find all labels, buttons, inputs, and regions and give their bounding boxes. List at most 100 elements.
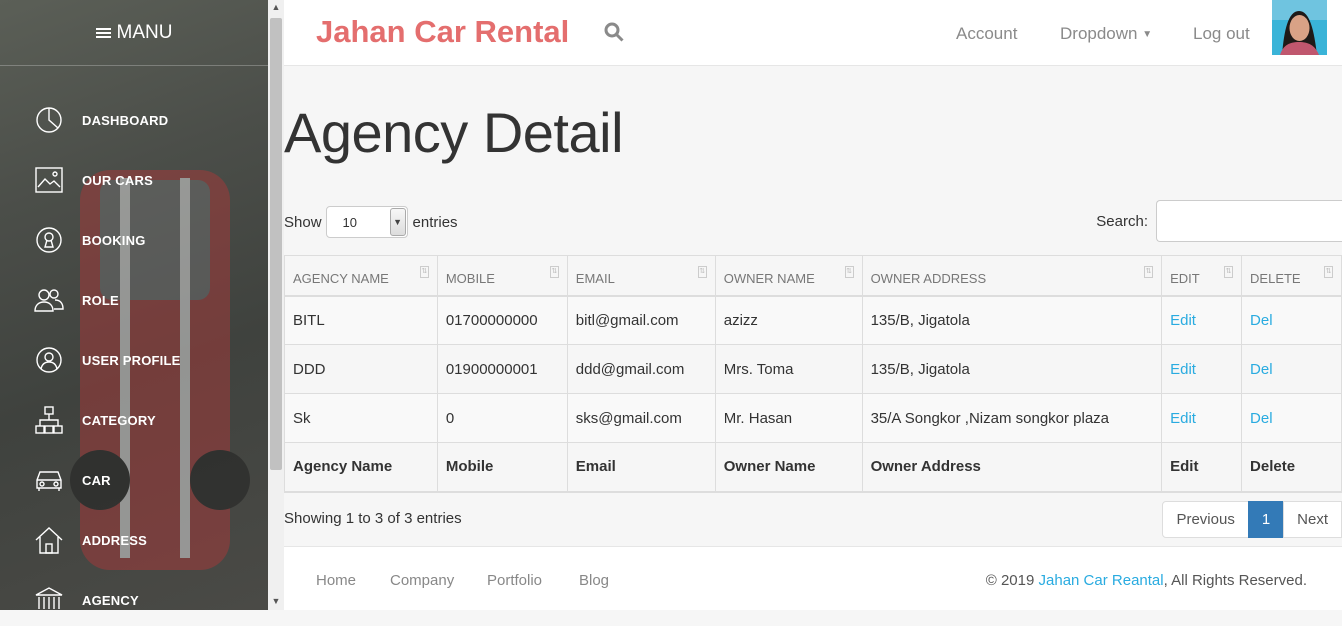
column-header-owner-name[interactable]: OWNER NAME ⇅ xyxy=(714,255,863,297)
sidebar-item-role[interactable]: ROLE xyxy=(0,270,268,330)
sidebar-item-dashboard[interactable]: DASHBOARD xyxy=(0,90,268,150)
scroll-down-icon[interactable]: ▼ xyxy=(268,596,284,606)
menu-icon xyxy=(95,27,111,38)
user-circle-icon xyxy=(34,345,64,375)
sidebar-item-car[interactable]: CAR xyxy=(0,450,268,510)
edit-link[interactable]: Edit xyxy=(1170,410,1196,427)
delete-link[interactable]: Del xyxy=(1250,410,1273,427)
search-label: Search: xyxy=(1096,212,1148,230)
previous-page-button[interactable]: Previous xyxy=(1162,501,1249,538)
page-footer: Home Company Portfolio Blog © 2019 Jahan… xyxy=(284,546,1342,610)
footer-column-label: Delete xyxy=(1241,442,1342,493)
sidebar-item-label: DASHBOARD xyxy=(82,112,169,128)
image-icon xyxy=(34,165,64,195)
sidebar-title: MANU xyxy=(116,21,173,43)
sidebar-item-booking[interactable]: BOOKING xyxy=(0,210,268,270)
cell-owner-address: 135/B, Jigatola xyxy=(861,344,1163,394)
show-label: Show xyxy=(284,213,322,231)
cell-delete: Del xyxy=(1241,295,1342,345)
sidebar-item-label: BOOKING xyxy=(82,232,146,248)
car-icon xyxy=(34,465,64,495)
column-header-edit[interactable]: EDIT ⇅ xyxy=(1161,255,1243,297)
sort-icon: ⇅ xyxy=(1324,266,1333,278)
cell-mobile: 0 xyxy=(436,393,568,443)
scroll-up-icon[interactable]: ▲ xyxy=(268,2,284,12)
scrollbar-thumb[interactable] xyxy=(270,18,282,470)
table-row: Sk 0 sks@gmail.com Mr. Hasan 35/A Songko… xyxy=(284,393,1342,443)
cell-agency-name: BITL xyxy=(284,295,438,345)
sort-icon: ⇅ xyxy=(844,266,854,278)
sidebar-item-category[interactable]: CATEGORY xyxy=(0,390,268,450)
sidebar: MANU DASHBOARD OUR CARS BOOKING ROLE USE… xyxy=(0,0,268,610)
edit-link[interactable]: Edit xyxy=(1170,312,1196,329)
column-header-email[interactable]: EMAIL ⇅ xyxy=(566,255,716,297)
cell-agency-name: Sk xyxy=(284,393,438,443)
cell-email: sks@gmail.com xyxy=(566,393,716,443)
sidebar-header[interactable]: MANU xyxy=(0,0,268,66)
cell-agency-name: DDD xyxy=(284,344,438,394)
cell-owner-address: 35/A Songkor ,Nizam songkor plaza xyxy=(861,393,1163,443)
column-header-agency-name[interactable]: AGENCY NAME ⇅ xyxy=(284,255,438,297)
nav-dropdown[interactable]: Dropdown ▼ xyxy=(1060,24,1152,44)
footer-column-label: Mobile xyxy=(436,442,568,493)
footer-link-portfolio[interactable]: Portfolio xyxy=(487,572,542,589)
delete-link[interactable]: Del xyxy=(1250,312,1273,329)
sort-icon: ⇅ xyxy=(549,266,559,278)
footer-link-company[interactable]: Company xyxy=(390,572,454,589)
cell-delete: Del xyxy=(1241,344,1342,394)
footer-link-blog[interactable]: Blog xyxy=(579,572,609,589)
copyright-link[interactable]: Jahan Car Reantal xyxy=(1039,572,1164,589)
agency-table: AGENCY NAME ⇅ MOBILE ⇅ EMAIL ⇅ OWNER NAME ⇅ … xyxy=(284,255,1342,493)
sidebar-scrollbar[interactable]: ▲ ▼ xyxy=(268,0,284,610)
nav-logout-link[interactable]: Log out xyxy=(1193,24,1250,44)
brand-logo[interactable]: Jahan Car Rental xyxy=(316,14,569,50)
sidebar-item-agency[interactable]: AGENCY xyxy=(0,570,268,610)
entries-select-value: 10 xyxy=(342,214,357,230)
cell-owner-name: azizz xyxy=(714,295,863,345)
cell-mobile: 01900000001 xyxy=(436,344,568,394)
sidebar-item-label: CATEGORY xyxy=(82,412,156,428)
column-header-mobile[interactable]: MOBILE ⇅ xyxy=(436,255,568,297)
sidebar-item-label: ROLE xyxy=(82,292,119,308)
footer-column-label: Email xyxy=(566,442,716,493)
top-navbar: Jahan Car Rental Account Dropdown ▼ Log … xyxy=(284,0,1342,66)
delete-link[interactable]: Del xyxy=(1250,361,1273,378)
page-title: Agency Detail xyxy=(284,101,624,164)
sidebar-item-address[interactable]: ADDRESS xyxy=(0,510,268,570)
users-icon xyxy=(34,285,64,315)
pie-chart-icon xyxy=(34,105,64,135)
search-icon[interactable] xyxy=(604,22,624,47)
page-1-button[interactable]: 1 xyxy=(1247,501,1285,538)
footer-link-home[interactable]: Home xyxy=(316,572,356,589)
column-header-label: AGENCY NAME xyxy=(293,270,389,286)
column-header-owner-address[interactable]: OWNER ADDRESS ⇅ xyxy=(861,255,1163,297)
sidebar-item-user-profile[interactable]: USER PROFILE xyxy=(0,330,268,390)
avatar[interactable] xyxy=(1272,0,1327,55)
caret-down-icon: ▼ xyxy=(1142,29,1153,41)
column-header-label: EMAIL xyxy=(575,270,615,286)
column-header-delete[interactable]: DELETE ⇅ xyxy=(1241,255,1342,297)
chevron-down-icon[interactable]: ▼ xyxy=(389,208,406,236)
table-row: BITL 01700000000 bitl@gmail.com azizz 13… xyxy=(284,295,1342,345)
sidebar-item-label: USER PROFILE xyxy=(82,352,181,368)
cell-owner-name: Mr. Hasan xyxy=(714,393,863,443)
edit-link[interactable]: Edit xyxy=(1170,361,1196,378)
home-icon xyxy=(34,525,64,555)
sort-icon: ⇅ xyxy=(1224,266,1234,278)
cell-edit: Edit xyxy=(1161,295,1243,345)
sidebar-item-label: AGENCY xyxy=(82,592,139,608)
table-row: DDD 01900000001 ddd@gmail.com Mrs. Toma … xyxy=(284,344,1342,394)
nav-account-link[interactable]: Account xyxy=(956,24,1017,44)
footer-column-label: Agency Name xyxy=(284,442,438,493)
search-input[interactable] xyxy=(1156,200,1342,242)
sidebar-item-label: OUR CARS xyxy=(82,172,153,188)
entries-select[interactable]: 10 ▼ xyxy=(325,206,408,238)
next-page-button[interactable]: Next xyxy=(1283,501,1342,538)
sidebar-item-our-cars[interactable]: OUR CARS xyxy=(0,150,268,210)
column-header-label: OWNER NAME xyxy=(723,270,815,286)
hierarchy-icon xyxy=(34,405,64,435)
table-search: Search: xyxy=(1096,200,1342,242)
column-header-label: EDIT xyxy=(1170,270,1200,286)
copyright: © 2019 Jahan Car Reantal, All Rights Res… xyxy=(986,572,1307,589)
table-header-row: AGENCY NAME ⇅ MOBILE ⇅ EMAIL ⇅ OWNER NAME ⇅ … xyxy=(284,255,1342,297)
